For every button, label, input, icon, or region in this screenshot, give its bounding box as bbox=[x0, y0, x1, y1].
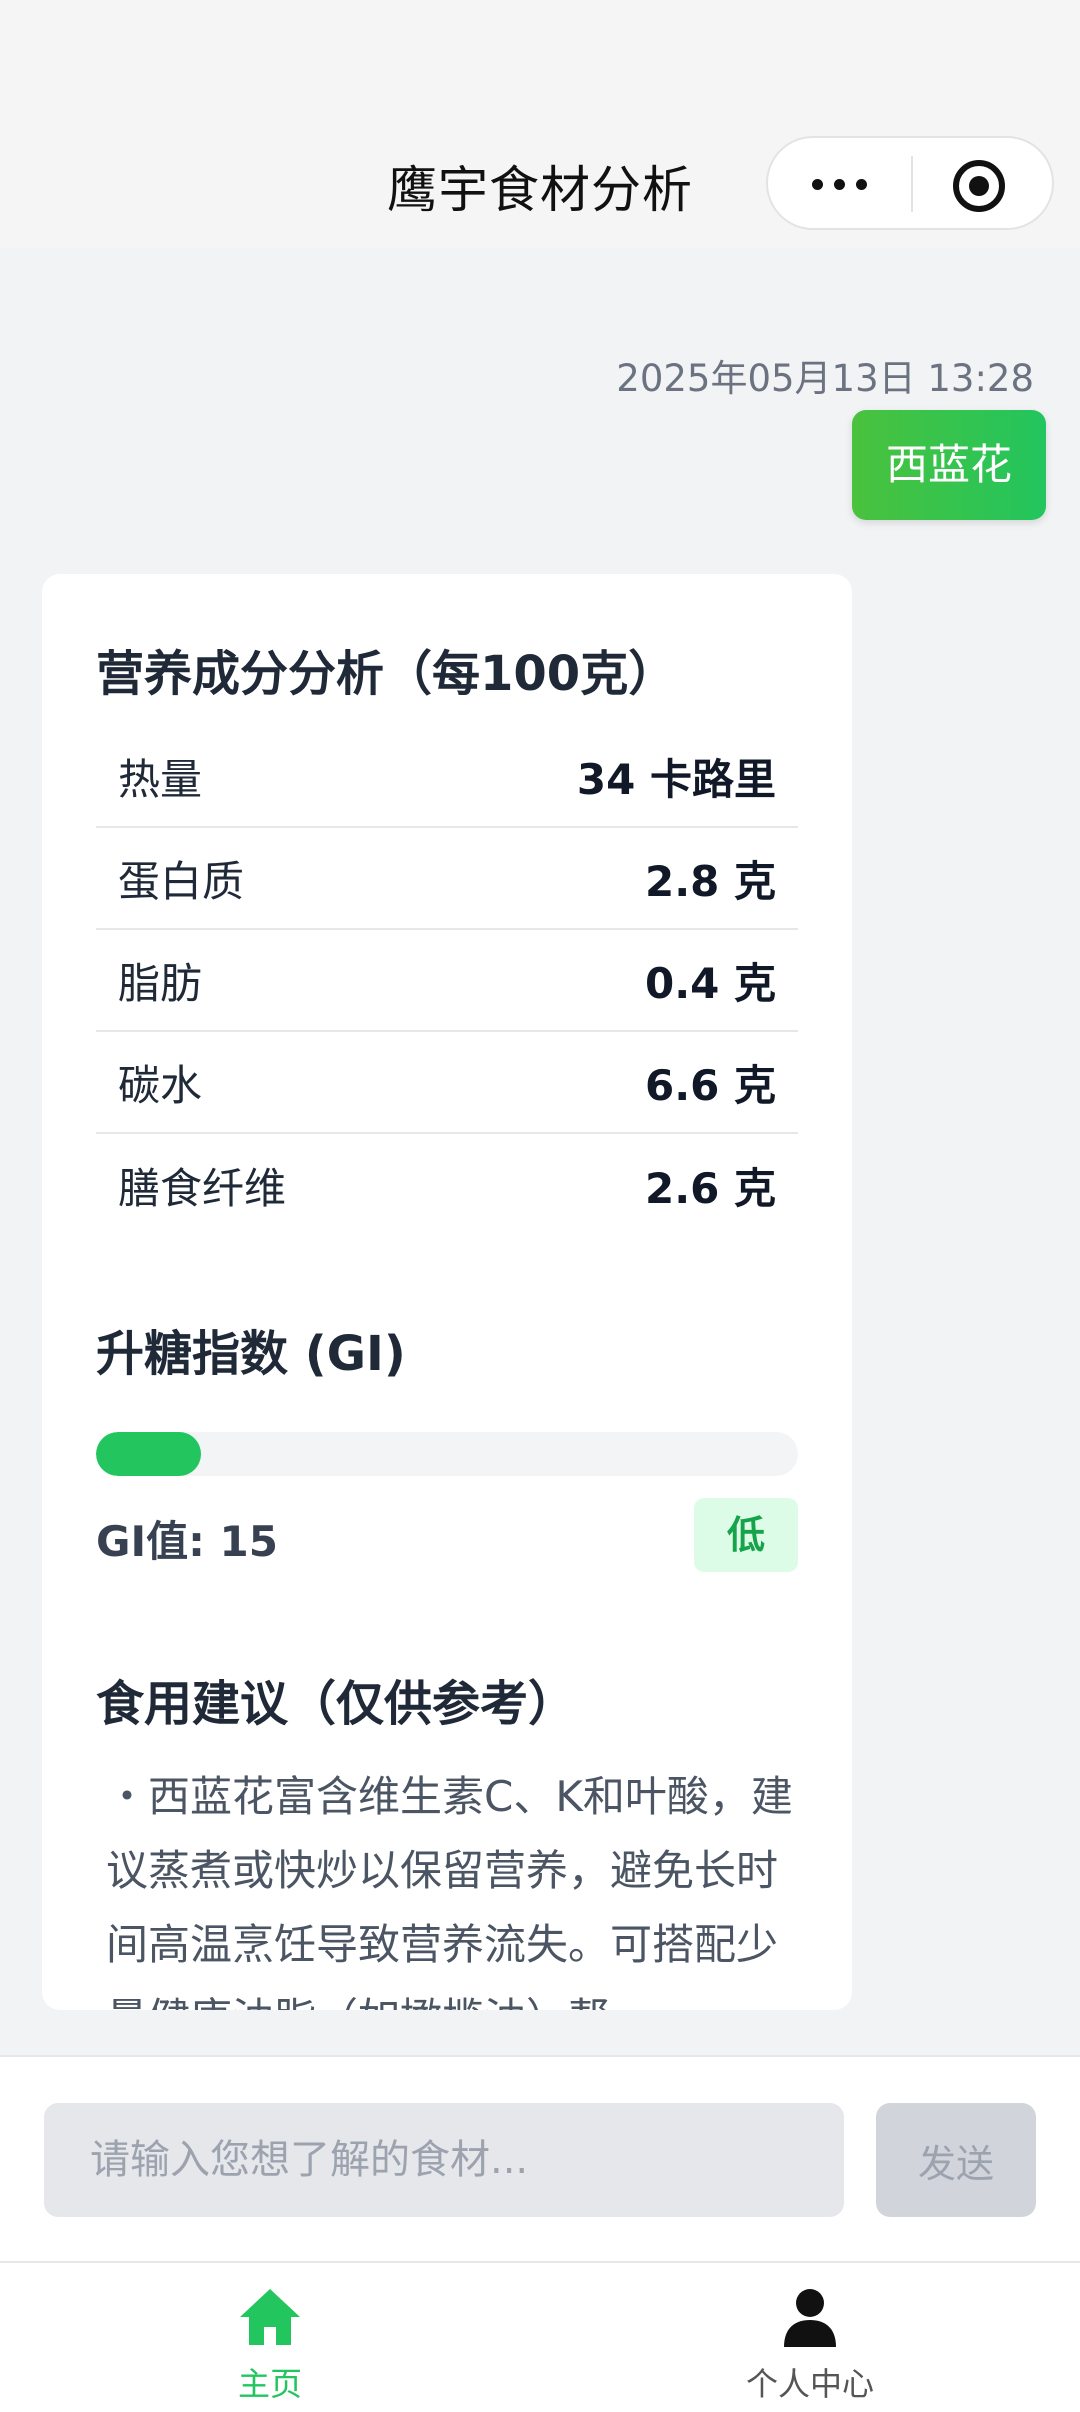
nutrient-value: 34 卡路里 bbox=[576, 754, 776, 804]
capsule-divider bbox=[911, 156, 913, 212]
tab-home[interactable]: 主页 bbox=[0, 2263, 540, 2412]
nutrition-section-title: 营养成分分析（每100克） bbox=[96, 646, 677, 702]
nutrient-value: 2.8 克 bbox=[644, 856, 776, 906]
nutrition-row-calories: 热量 34 卡路里 bbox=[96, 726, 798, 828]
gi-progress-bar bbox=[96, 1432, 798, 1476]
gi-section-title: 升糖指数 (GI) bbox=[96, 1326, 406, 1382]
tab-label: 主页 bbox=[237, 2365, 302, 2403]
mini-program-capsule bbox=[766, 136, 1054, 230]
close-mini-program-icon[interactable] bbox=[953, 160, 1005, 212]
analysis-result-card: 营养成分分析（每100克） 热量 34 卡路里 蛋白质 2.8 克 脂肪 0.4… bbox=[42, 574, 852, 2010]
nutrient-name: 膳食纤维 bbox=[118, 1163, 287, 1213]
nutrition-row-carbs: 碳水 6.6 克 bbox=[96, 1032, 798, 1134]
nutrition-row-fat: 脂肪 0.4 克 bbox=[96, 930, 798, 1032]
message-input-bar: 发送 bbox=[0, 2055, 1080, 2261]
gi-progress-fill bbox=[96, 1432, 202, 1476]
gi-value-text: GI值: 15 bbox=[96, 1517, 278, 1566]
send-button[interactable]: 发送 bbox=[876, 2103, 1036, 2217]
nutrition-row-fiber: 膳食纤维 2.6 克 bbox=[96, 1134, 798, 1236]
nutrition-row-protein: 蛋白质 2.8 克 bbox=[96, 828, 798, 930]
food-search-input[interactable] bbox=[44, 2103, 844, 2217]
top-nav-bar: 鹰宇食材分析 bbox=[0, 0, 1080, 248]
nutrient-name: 脂肪 bbox=[118, 958, 203, 1008]
advice-section-title: 食用建议（仅供参考） bbox=[96, 1676, 577, 1732]
tab-label: 个人中心 bbox=[745, 2365, 874, 2403]
bottom-tab-bar: 主页 个人中心 bbox=[0, 2261, 1080, 2412]
message-timestamp: 2025年05月13日 13:28 bbox=[616, 357, 1034, 400]
more-options-icon[interactable] bbox=[806, 162, 906, 206]
nutrition-table: 热量 34 卡路里 蛋白质 2.8 克 脂肪 0.4 克 碳水 6.6 克 膳食… bbox=[96, 726, 798, 1236]
nutrient-name: 蛋白质 bbox=[118, 856, 245, 906]
home-icon bbox=[240, 2289, 300, 2345]
gi-level-badge: 低 bbox=[694, 1498, 798, 1572]
nutrient-value: 0.4 克 bbox=[644, 958, 776, 1008]
nutrient-name: 热量 bbox=[118, 754, 203, 804]
person-icon bbox=[784, 2289, 836, 2347]
nutrient-value: 2.6 克 bbox=[644, 1163, 776, 1213]
nutrient-name: 碳水 bbox=[118, 1060, 203, 1110]
user-message-bubble: 西蓝花 bbox=[851, 410, 1046, 520]
tab-personal-center[interactable]: 个人中心 bbox=[540, 2263, 1080, 2412]
nutrient-value: 6.6 克 bbox=[644, 1060, 776, 1110]
advice-text: ・西蓝花富含维生素C、K和叶酸，建议蒸煮或快炒以保留营养，避免长时间高温烹饪导致… bbox=[106, 1772, 793, 2010]
